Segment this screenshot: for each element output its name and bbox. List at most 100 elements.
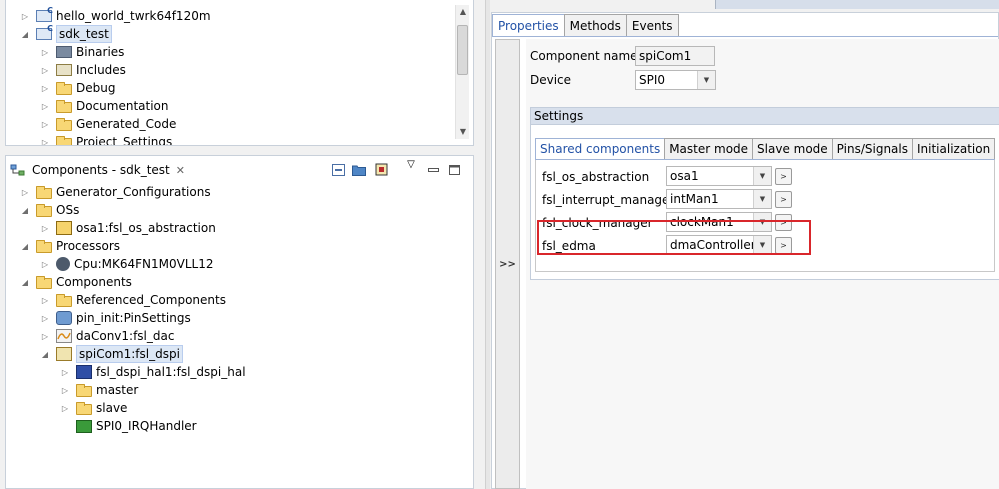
scroll-down-arrow-icon[interactable]: ▼	[456, 125, 470, 139]
osa-select[interactable]: osa1 ▼	[666, 166, 772, 186]
settings-header[interactable]: Settings	[530, 107, 999, 125]
scrollbar-thumb[interactable]	[457, 25, 468, 75]
chevron-down-icon[interactable]: ▼	[753, 167, 771, 185]
tab-initialization[interactable]: Initialization	[912, 138, 996, 159]
chevron-down-icon[interactable]: ◢	[20, 29, 30, 39]
editor-tab[interactable]	[715, 0, 999, 9]
chevron-right-icon[interactable]: ▷	[20, 11, 30, 21]
irq-handler-icon	[76, 419, 92, 433]
tree-item-fsl-dspi-hal1[interactable]: ▷ fsl_dspi_hal1:fsl_dspi_hal	[60, 363, 246, 381]
tab-properties[interactable]: Properties	[492, 14, 565, 37]
chevron-down-icon[interactable]: ▼	[697, 71, 715, 89]
chevron-down-icon[interactable]: ▼	[753, 190, 771, 208]
chevron-right-icon[interactable]: ▷	[40, 223, 50, 233]
tree-item-label: osa1:fsl_os_abstraction	[76, 221, 216, 235]
tree-item-components[interactable]: ◢ Components	[20, 273, 132, 291]
tree-item-generated-code[interactable]: ▷ Generated_Code	[40, 115, 176, 133]
tree-item-debug[interactable]: ▷ Debug	[40, 79, 116, 97]
tree-item-label: Cpu:MK64FN1M0VLL12	[74, 257, 214, 271]
chevron-right-icon[interactable]: ▷	[40, 101, 50, 111]
properties-form: Component name spiCom1 Device SPI0 ▼ Set…	[526, 39, 999, 489]
hal-component-icon	[76, 365, 92, 379]
tree-item-hello-world[interactable]: ▷ hello_world_twrk64f120m	[20, 6, 211, 25]
tab-components[interactable]: Components - sdk_test ✕	[6, 158, 185, 182]
tree-item-sdk-test[interactable]: ◢ sdk_test	[20, 24, 112, 43]
tree-item-generator-configurations[interactable]: ▷ Generator_Configurations	[20, 183, 211, 201]
view-menu-icon[interactable]: ▽	[404, 158, 418, 171]
chevron-right-icon[interactable]: ▷	[40, 137, 50, 146]
shared-row-label: fsl_interrupt_manager	[542, 193, 675, 207]
tree-item-oss[interactable]: ◢ OSs	[20, 201, 79, 219]
chevron-right-icon[interactable]: ▷	[40, 83, 50, 93]
tree-item-slave[interactable]: ▷ slave	[60, 399, 128, 417]
tree-item-label: SPI0_IRQHandler	[96, 419, 197, 433]
tree-item-spicom1[interactable]: ◢ spiCom1:fsl_dspi	[40, 345, 183, 363]
includes-icon	[56, 64, 72, 76]
vertical-scrollbar[interactable]: ▲ ▼	[455, 5, 469, 139]
open-folder-icon[interactable]	[352, 163, 366, 176]
folder-icon	[56, 81, 72, 95]
tab-pins-signals[interactable]: Pins/Signals	[831, 138, 913, 159]
tree-item-processors[interactable]: ◢ Processors	[20, 237, 120, 255]
tree-item-osa1[interactable]: ▷ osa1:fsl_os_abstraction	[40, 219, 216, 237]
tree-item-daconv1[interactable]: ▷ daConv1:fsl_dac	[40, 327, 174, 345]
maximize-icon[interactable]	[447, 163, 461, 176]
device-select[interactable]: SPI0 ▼	[635, 70, 716, 90]
chevron-right-icon[interactable]: ▷	[40, 65, 50, 75]
chevron-down-icon[interactable]: ◢	[40, 349, 50, 359]
tab-slave-mode[interactable]: Slave mode	[752, 138, 833, 159]
interrupt-manager-select[interactable]: intMan1 ▼	[666, 189, 772, 209]
chevron-right-icon[interactable]: ▷	[60, 385, 70, 395]
tree-item-binaries[interactable]: ▷ Binaries	[40, 43, 125, 61]
chevron-right-icon[interactable]: ▷	[20, 187, 30, 197]
chevron-right-icon[interactable]: ▷	[40, 47, 50, 57]
chevron-down-icon[interactable]: ◢	[20, 277, 30, 287]
component-library-icon[interactable]	[375, 163, 389, 176]
tree-item-pin-init[interactable]: ▷ pin_init:PinSettings	[40, 309, 191, 327]
tree-item-includes[interactable]: ▷ Includes	[40, 61, 126, 79]
components-view: Components - sdk_test ✕ ▽ ▷ Generator_Co…	[5, 155, 474, 489]
open-component-button[interactable]: >	[775, 191, 792, 208]
tab-divider	[492, 36, 998, 37]
chevron-right-icon[interactable]: ▷	[40, 119, 50, 129]
tree-item-master[interactable]: ▷ master	[60, 381, 138, 399]
dspi-component-icon	[56, 347, 72, 361]
chevron-right-icon[interactable]: ▷	[60, 403, 70, 413]
panel-splitter[interactable]	[485, 0, 490, 489]
minimize-icon[interactable]	[426, 163, 440, 176]
chevron-right-icon[interactable]: ▷	[40, 259, 50, 269]
tree-item-label: slave	[96, 401, 128, 415]
chevron-down-icon[interactable]: ◢	[20, 205, 30, 215]
binaries-icon	[56, 46, 72, 58]
tab-master-mode[interactable]: Master mode	[664, 138, 754, 159]
folder-icon	[36, 239, 52, 253]
chevron-down-icon[interactable]: ◢	[20, 241, 30, 251]
expand-panel-button[interactable]: >>	[495, 39, 520, 489]
tree-item-project-settings[interactable]: ▷ Project_Settings	[40, 133, 172, 146]
open-component-button[interactable]: >	[775, 168, 792, 185]
tab-events[interactable]: Events	[625, 14, 679, 37]
tree-item-spi0-irqhandler[interactable]: SPI0_IRQHandler	[76, 417, 197, 435]
cpu-chip-icon	[56, 257, 70, 271]
chevron-right-icon[interactable]: ▷	[40, 313, 50, 323]
tree-item-documentation[interactable]: ▷ Documentation	[40, 97, 169, 115]
tree-item-cpu[interactable]: ▷ Cpu:MK64FN1M0VLL12	[40, 255, 214, 273]
component-name-field[interactable]: spiCom1	[635, 46, 715, 66]
chevron-right-icon[interactable]: ▷	[60, 367, 70, 377]
scroll-up-arrow-icon[interactable]: ▲	[456, 5, 470, 19]
chevron-right-icon[interactable]: ▷	[40, 295, 50, 305]
device-value: SPI0	[639, 73, 666, 87]
tab-methods[interactable]: Methods	[563, 14, 627, 37]
chevron-right-icon[interactable]: ▷	[40, 331, 50, 341]
shared-components-grid: fsl_os_abstraction osa1 ▼ > fsl_interrup…	[535, 160, 995, 272]
close-icon[interactable]: ✕	[176, 164, 185, 177]
tree-item-label: pin_init:PinSettings	[76, 311, 191, 325]
collapse-all-icon[interactable]	[331, 163, 345, 176]
tree-item-referenced-components[interactable]: ▷ Referenced_Components	[40, 291, 226, 309]
tree-item-label: fsl_dspi_hal1:fsl_dspi_hal	[96, 365, 246, 379]
device-label: Device	[530, 73, 572, 87]
highlight-annotation-box	[537, 220, 811, 255]
c-project-icon	[36, 6, 53, 22]
tab-shared-components[interactable]: Shared components	[535, 138, 666, 159]
tree-item-label: Debug	[76, 81, 116, 95]
